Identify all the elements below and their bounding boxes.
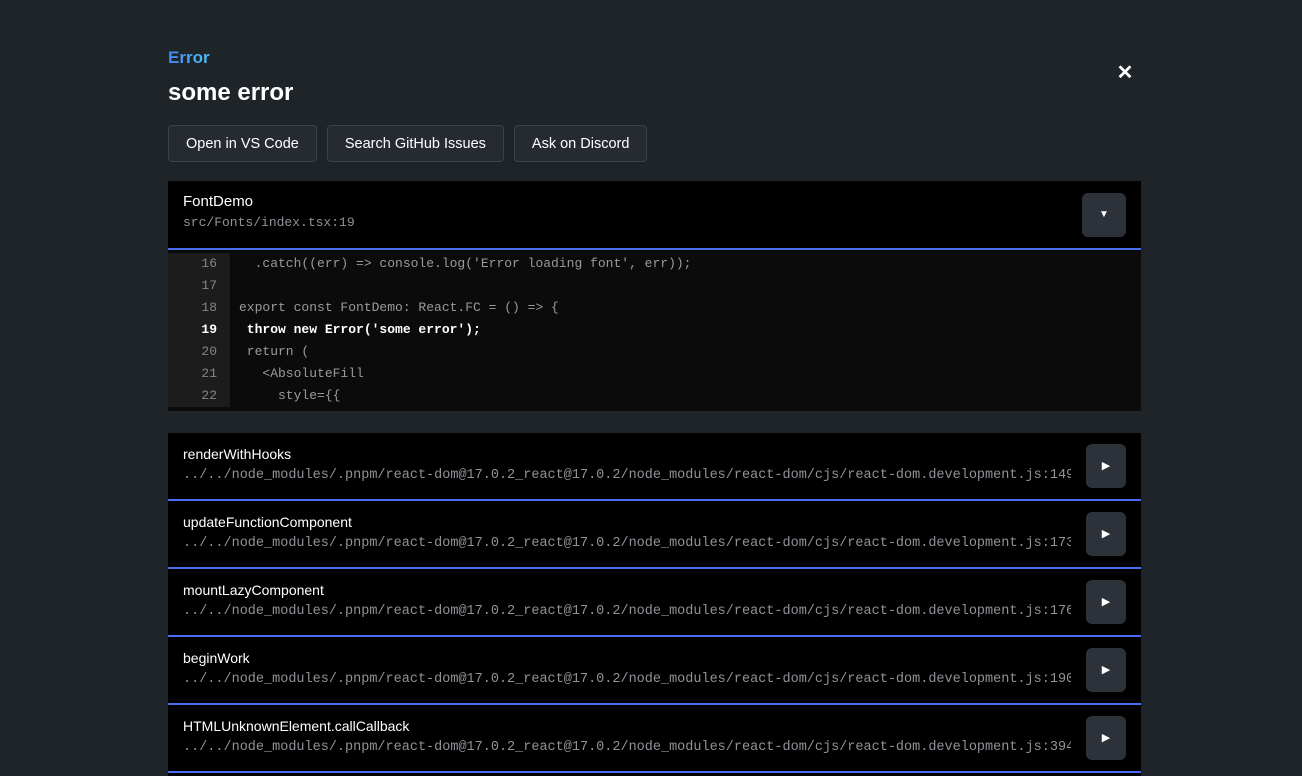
stack-frame-function: renderWithHooks	[183, 446, 1071, 462]
expand-frame-button[interactable]: ▶	[1086, 444, 1126, 488]
stack-frame-path: ../../node_modules/.pnpm/react-dom@17.0.…	[183, 536, 1071, 551]
expand-frame-button[interactable]: ▶	[1086, 716, 1126, 760]
expand-frame-button[interactable]: ▶	[1086, 512, 1126, 556]
code-line: 22 style={{	[168, 385, 1141, 407]
code-frame-location: src/Fonts/index.tsx:19	[183, 215, 355, 230]
line-number: 16	[168, 253, 230, 275]
line-number: 22	[168, 385, 230, 407]
stack-frame-function: HTMLUnknownElement.callCallback	[183, 718, 1071, 734]
code-frame-header-text: FontDemo src/Fonts/index.tsx:19	[183, 193, 355, 230]
stack-frame-path: ../../node_modules/.pnpm/react-dom@17.0.…	[183, 604, 1071, 619]
line-number: 21	[168, 363, 230, 385]
line-text: style={{	[230, 385, 340, 407]
open-in-vscode-button[interactable]: Open in VS Code	[168, 125, 317, 162]
line-text: <AbsoluteFill	[230, 363, 364, 385]
code-line: 16 .catch((err) => console.log('Error lo…	[168, 253, 1141, 275]
stack-frame: updateFunctionComponent ../../node_module…	[168, 501, 1141, 569]
stack-trace-list: renderWithHooks ../../node_modules/.pnpm/…	[168, 433, 1141, 776]
code-frame-header: FontDemo src/Fonts/index.tsx:19 ▼	[168, 181, 1141, 250]
stack-frame-function: beginWork	[183, 650, 1071, 666]
line-number: 19	[168, 319, 230, 341]
stack-frame-function: mountLazyComponent	[183, 582, 1071, 598]
line-number: 17	[168, 275, 230, 297]
expand-frame-button[interactable]: ▶	[1086, 648, 1126, 692]
code-line: 17	[168, 275, 1141, 297]
play-icon: ▶	[1102, 665, 1110, 676]
code-lines: 16 .catch((err) => console.log('Error lo…	[168, 250, 1141, 411]
play-icon: ▶	[1102, 461, 1110, 472]
stack-frame: beginWork ../../node_modules/.pnpm/react-…	[168, 637, 1141, 705]
code-frame-title: FontDemo	[183, 193, 355, 210]
error-overlay: Error some error Open in VS Code Search …	[168, 0, 1141, 776]
stack-frame-path: ../../node_modules/.pnpm/react-dom@17.0.…	[183, 672, 1071, 687]
play-icon: ▶	[1102, 529, 1110, 540]
action-buttons-row: Open in VS Code Search GitHub Issues Ask…	[168, 125, 1141, 162]
stack-frame-function: updateFunctionComponent	[183, 514, 1071, 530]
code-line: 18export const FontDemo: React.FC = () =…	[168, 297, 1141, 319]
chevron-down-icon: ▼	[1099, 210, 1109, 220]
collapse-code-button[interactable]: ▼	[1082, 193, 1126, 237]
error-type-label: Error	[168, 48, 210, 68]
stack-frame-path: ../../node_modules/.pnpm/react-dom@17.0.…	[183, 740, 1071, 755]
expand-frame-button[interactable]: ▶	[1086, 580, 1126, 624]
code-line-highlighted: 19 throw new Error('some error');	[168, 319, 1141, 341]
line-number: 18	[168, 297, 230, 319]
ask-on-discord-button[interactable]: Ask on Discord	[514, 125, 648, 162]
line-text: .catch((err) => console.log('Error loadi…	[230, 253, 691, 275]
line-text	[230, 275, 239, 297]
code-line: 21 <AbsoluteFill	[168, 363, 1141, 385]
line-text: throw new Error('some error');	[230, 319, 481, 341]
play-icon: ▶	[1102, 733, 1110, 744]
error-message: some error	[168, 79, 1141, 107]
stack-frame: renderWithHooks ../../node_modules/.pnpm/…	[168, 433, 1141, 501]
code-line: 20 return (	[168, 341, 1141, 363]
line-text: return (	[230, 341, 309, 363]
stack-frame: HTMLUnknownElement.callCallback ../../nod…	[168, 705, 1141, 773]
code-frame: FontDemo src/Fonts/index.tsx:19 ▼ 16 .ca…	[168, 181, 1141, 411]
line-text: export const FontDemo: React.FC = () => …	[230, 297, 559, 319]
stack-frame: mountLazyComponent ../../node_modules/.pn…	[168, 569, 1141, 637]
search-github-issues-button[interactable]: Search GitHub Issues	[327, 125, 504, 162]
line-number: 20	[168, 341, 230, 363]
stack-frame-path: ../../node_modules/.pnpm/react-dom@17.0.…	[183, 468, 1071, 483]
play-icon: ▶	[1102, 597, 1110, 608]
